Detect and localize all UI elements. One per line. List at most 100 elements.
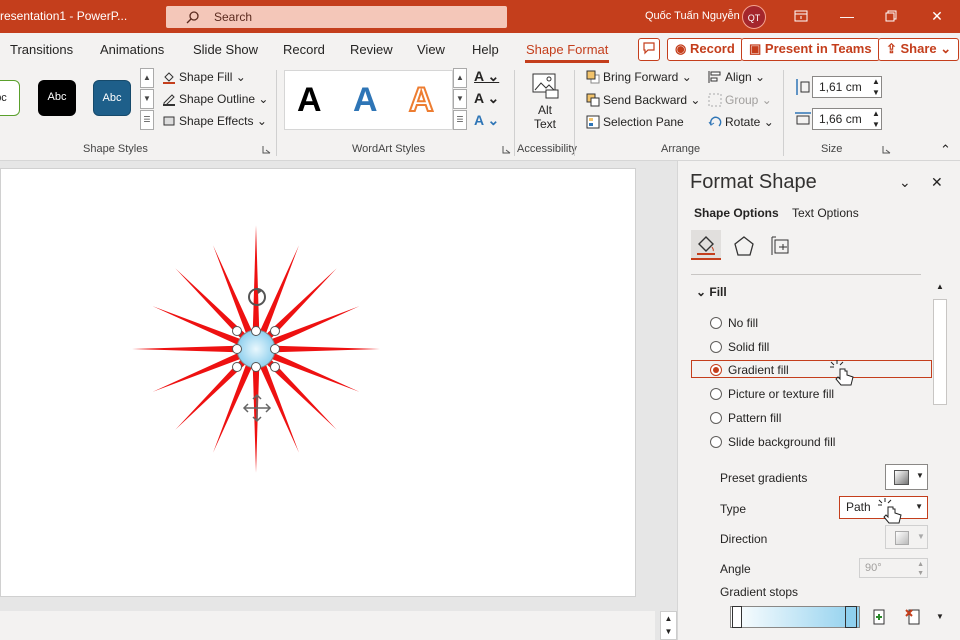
fill-section-header[interactable]: ⌄ Fill [696,285,727,299]
wordart-style-2[interactable]: A [353,81,378,120]
dialog-launcher-icon[interactable] [882,145,891,154]
ribbon-display-icon[interactable] [790,6,812,26]
angle-spinner[interactable]: ▲ ▼ [917,560,924,578]
slide-background-fill-label: Slide background fill [728,435,836,449]
separator [574,70,575,156]
collapse-ribbon-icon[interactable]: ⌃ [940,142,951,158]
present-in-teams-button[interactable]: ▣ Present in Teams [741,38,880,61]
text-outline-icon[interactable]: A ⌄ [474,90,499,107]
scroll-up-icon[interactable]: ▲ [933,282,947,291]
radio-pattern-fill[interactable]: Pattern fill [710,411,781,425]
radio-button[interactable] [710,317,722,329]
wordart-style-1[interactable]: A [297,81,322,120]
preset-gradients-dropdown[interactable]: ▼ [885,464,928,490]
restore-icon[interactable] [880,6,902,26]
tab-shape-format[interactable]: Shape Format [526,42,608,57]
pane-scroll-thumb[interactable] [933,299,947,405]
tab-shape-options[interactable]: Shape Options [694,206,779,220]
tab-view[interactable]: View [417,42,445,57]
star-shape[interactable] [1,169,637,598]
resize-handle[interactable] [232,344,242,354]
separator [276,70,277,156]
radio-solid-fill[interactable]: Solid fill [710,340,769,354]
search-box[interactable]: Search [166,6,507,28]
radio-button[interactable] [710,412,722,424]
angle-input[interactable]: 90° ▲ ▼ [859,558,928,578]
align-button[interactable]: Align ⌄ [708,70,765,84]
send-backward-button[interactable]: Send Backward ⌄ [586,93,700,107]
width-spinner[interactable]: ▲ ▼ [872,108,880,130]
remove-gradient-stop-icon[interactable] [903,607,925,627]
scroll-down-icon[interactable]: ▼ [933,612,947,621]
wordart-gallery[interactable]: A A A [284,70,453,130]
radio-no-fill[interactable]: No fill [710,316,758,330]
shape-style-sample-3[interactable]: Abc [93,80,131,116]
slide-scroll-arrows[interactable]: ▲ ▼ [660,611,677,640]
resize-handle[interactable] [270,362,280,372]
gallery-more-icon[interactable]: ☰ [140,110,154,130]
pane-close-icon[interactable]: ✕ [931,174,943,191]
text-fill-icon[interactable]: A ⌄ [474,68,499,85]
selection-pane-button[interactable]: Selection Pane [586,115,684,129]
group-button[interactable]: Group ⌄ [708,93,772,107]
radio-button-selected[interactable] [710,364,722,376]
rotate-button[interactable]: Rotate ⌄ [708,115,774,129]
resize-handle[interactable] [251,362,261,372]
radio-slide-background-fill[interactable]: Slide background fill [710,435,835,449]
radio-picture-fill[interactable]: Picture or texture fill [710,387,834,401]
tab-text-options[interactable]: Text Options [792,206,859,220]
dialog-launcher-icon[interactable] [502,145,511,154]
radio-button[interactable] [710,341,722,353]
close-window-icon[interactable]: ✕ [926,6,948,26]
shape-style-sample-1[interactable]: bc [0,80,20,116]
resize-handle[interactable] [270,326,280,336]
add-gradient-stop-icon[interactable] [870,607,890,627]
shape-fill-button[interactable]: Shape Fill ⌄ [162,70,246,84]
wordart-down-icon[interactable]: ▼ [453,89,467,109]
pane-options-icon[interactable]: ⌄ [899,174,911,191]
resize-handle[interactable] [270,344,280,354]
shape-effects-button[interactable]: Shape Effects ⌄ [162,114,267,128]
height-spinner[interactable]: ▲ ▼ [872,76,880,98]
gallery-down-icon[interactable]: ▼ [140,89,154,109]
tab-help[interactable]: Help [472,42,499,57]
move-handle-icon[interactable] [242,393,272,423]
resize-handle[interactable] [251,326,261,336]
shape-style-sample-2[interactable]: Abc [38,80,76,116]
radio-gradient-fill[interactable]: Gradient fill [710,363,789,377]
size-properties-icon[interactable] [770,235,792,257]
tab-review[interactable]: Review [350,42,393,57]
gradient-stop-handle[interactable] [845,606,857,628]
shape-outline-button[interactable]: Shape Outline ⌄ [162,92,268,106]
gradient-stop-handle[interactable] [732,606,742,628]
wordart-more-icon[interactable]: ☰ [453,110,467,130]
record-button[interactable]: ◉ Record [667,38,743,61]
direction-dropdown[interactable]: ▼ [885,525,928,549]
radio-button[interactable] [710,436,722,448]
wordart-style-3[interactable]: A [408,80,435,120]
resize-handle[interactable] [232,326,242,336]
tab-animations[interactable]: Animations [100,42,164,57]
user-name[interactable]: Quốc Tuấn Nguyễn [645,10,740,22]
gallery-up-icon[interactable]: ▲ [140,68,154,88]
share-button[interactable]: ⇪ Share ⌄ [878,38,960,61]
text-effects-icon[interactable]: A ⌄ [474,112,499,129]
bring-forward-button[interactable]: Bring Forward ⌄ [586,70,692,84]
notes-area[interactable] [0,611,655,640]
comments-button[interactable] [638,38,660,61]
radio-button[interactable] [710,388,722,400]
dialog-launcher-icon[interactable] [262,145,271,154]
minimize-icon[interactable]: — [836,6,858,26]
avatar[interactable]: QT [742,5,766,29]
gradient-stops-bar[interactable] [730,606,860,628]
effects-pentagon-icon[interactable] [733,235,755,257]
tab-slide-show[interactable]: Slide Show [193,42,258,57]
fill-line-tab[interactable] [691,230,721,260]
wordart-up-icon[interactable]: ▲ [453,68,467,88]
resize-handle[interactable] [232,362,242,372]
tab-record[interactable]: Record [283,42,325,57]
slide[interactable] [0,168,636,597]
rotate-icon [708,116,722,127]
tab-transitions[interactable]: Transitions [10,42,73,57]
alt-text-button[interactable]: Alt Text [526,70,564,136]
